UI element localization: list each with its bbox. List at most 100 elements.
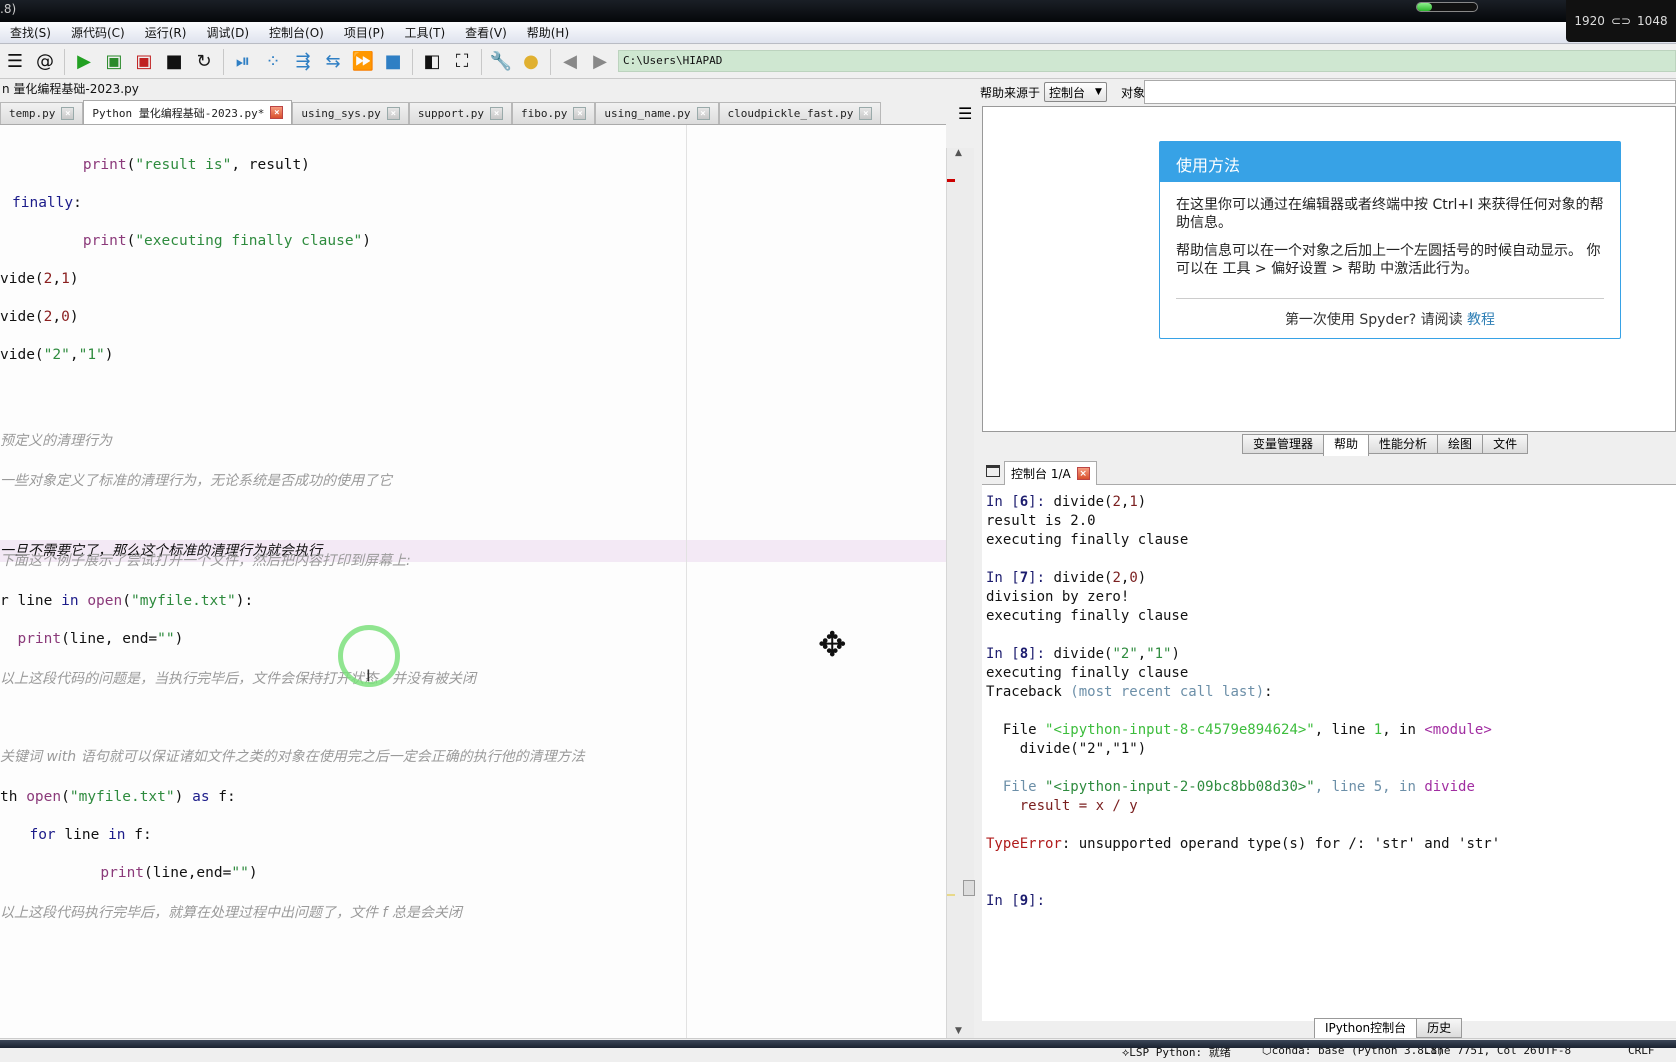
console-line: executing finally clause [986, 607, 1188, 626]
close-icon[interactable]: × [859, 107, 873, 120]
help-source-bar: 帮助来源于 控制台 ▼ 对象 [980, 80, 1145, 104]
menu-item[interactable]: 调试(D) [196, 24, 259, 41]
editor-tab[interactable]: using_sys.py × [292, 102, 409, 124]
editor-tab[interactable]: temp.py × [0, 102, 84, 124]
code-line: 预定义的清理行为 [0, 431, 112, 451]
code-token: 关键词 with 语句就可以保证诸如文件之类的对象在使用完之后一定会正确的执行他… [0, 749, 585, 765]
run-cell-button[interactable]: ▣ [99, 47, 129, 77]
menu-item[interactable]: 查找(S) [0, 24, 61, 41]
run-cell-advance-icon: ▣ [135, 50, 153, 72]
help-source-select[interactable]: 控制台 ▼ [1044, 82, 1107, 102]
continue-button[interactable]: ⏩ [348, 47, 378, 77]
run-icon: ▶ [77, 50, 91, 72]
editor-tab[interactable]: fibo.py × [512, 102, 596, 124]
code-token: ) [248, 865, 258, 881]
forward-button[interactable]: ▶ [585, 47, 615, 77]
menu-item[interactable]: 查看(V) [455, 24, 517, 41]
code-token: ( [126, 233, 136, 249]
close-icon[interactable]: × [696, 107, 710, 120]
toolbar-separator [481, 48, 482, 75]
console-token: executing finally clause [986, 532, 1189, 548]
code-line: vide("2","1") [0, 345, 114, 365]
console-token: (most recent call last) [1070, 684, 1265, 700]
working-directory-path[interactable]: C:\Users\HIAPAD [618, 50, 1676, 72]
run-button[interactable]: ▶ [69, 47, 99, 77]
outline-button[interactable]: ☰ [0, 47, 30, 77]
console-line: division by zero! [986, 588, 1129, 607]
menu-item[interactable]: 控制台(O) [259, 24, 334, 41]
code-token: print [17, 631, 62, 647]
panel-tab[interactable]: 绘图 [1437, 434, 1484, 454]
debug-button[interactable]: ⏯ [228, 47, 258, 77]
editor-tab-label: Python 量化编程基础-2023.py* [92, 106, 265, 120]
python-path-button[interactable]: ● [516, 47, 546, 77]
object-input[interactable] [1144, 80, 1676, 104]
console-token: <module> [1424, 722, 1492, 738]
run-cell-advance-button[interactable]: ▣ [129, 47, 159, 77]
editor-scrollbar[interactable]: ▲ ▼ [946, 148, 975, 1038]
code-editor[interactable]: 一旦不需要它了，那么这个标准的清理行为就会执行 print("result is… [0, 124, 946, 1038]
close-icon[interactable]: × [490, 107, 504, 120]
console-token: executing finally clause [986, 608, 1189, 624]
menu-item[interactable]: 工具(T) [394, 24, 455, 41]
rerun-button[interactable]: ↻ [189, 47, 219, 77]
console-bottom-tab[interactable]: IPython控制台 [1314, 1018, 1418, 1040]
toolbar-separator [64, 48, 65, 75]
recording-progress-fill [1417, 3, 1432, 11]
current-file-title: n 量化编程基础-2023.py [2, 82, 139, 96]
panel-tab[interactable]: 变量管理器 [1242, 434, 1325, 454]
code-token: open [26, 789, 62, 805]
console-tab[interactable]: 控制台 1/A × [1004, 461, 1097, 485]
menu-item[interactable]: 帮助(H) [517, 24, 579, 41]
close-icon[interactable]: × [270, 106, 284, 119]
close-icon[interactable]: × [61, 107, 75, 120]
tab-menu-icon[interactable]: ☰ [958, 104, 972, 123]
editor-tab[interactable]: using_name.py × [595, 102, 719, 124]
console-token: 8 [1019, 646, 1029, 662]
fullscreen-button[interactable]: ⛶ [447, 47, 477, 77]
editor-tab[interactable]: Python 量化编程基础-2023.py* × [83, 100, 293, 124]
stop-debug-button[interactable]: ■ [378, 47, 408, 77]
close-icon[interactable]: × [573, 107, 587, 120]
close-icon[interactable]: × [1076, 467, 1090, 480]
console-token: ) [1137, 570, 1147, 586]
run-selection-button[interactable]: ■ [159, 47, 189, 77]
code-token: ) [174, 789, 193, 805]
chevron-down-icon: ▼ [1095, 87, 1102, 97]
menu-bar: 查找(S) 源代码(C) 运行(R) 调试(D) 控制台(O) 项目(P) 工具(T) 查看(… [0, 22, 1676, 44]
tutorial-link[interactable]: 教程 [1467, 312, 1495, 328]
console-token: ) [1171, 646, 1180, 662]
console-token: divide( [1053, 646, 1113, 662]
close-icon[interactable]: × [386, 107, 400, 120]
scrollbar-thumb[interactable] [963, 880, 975, 896]
console-bottom-tab[interactable]: 历史 [1416, 1018, 1463, 1038]
console-token: ]: [1028, 570, 1054, 586]
preferences-button[interactable]: 🔧 [486, 47, 516, 77]
panel-tab[interactable]: 帮助 [1323, 434, 1370, 456]
toolbar-separator [550, 48, 551, 75]
editor-tab[interactable]: cloudpickle_fast.py × [718, 102, 882, 124]
ipython-console[interactable]: In [6]: divide(2,1) result is 2.0 executin… [982, 485, 1676, 1021]
maximize-pane-button[interactable]: ◧ [417, 47, 447, 77]
scroll-up-icon[interactable]: ▲ [955, 148, 962, 158]
back-button[interactable]: ◀ [555, 47, 585, 77]
menu-item[interactable]: 运行(R) [135, 24, 197, 41]
step-button[interactable]: ⁘ [258, 47, 288, 77]
menu-item[interactable]: 项目(P) [334, 24, 395, 41]
link-icon: ⊂⊃ [1610, 14, 1632, 28]
scroll-down-icon[interactable]: ▼ [955, 1026, 962, 1036]
step-into-button[interactable]: ⇶ [288, 47, 318, 77]
panel-tab[interactable]: 文件 [1482, 434, 1529, 454]
code-token: "result is" [135, 157, 232, 173]
at-sign-button[interactable]: @ [30, 47, 60, 77]
editor-tab[interactable]: support.py × [408, 102, 513, 124]
usage-card-title: 使用方法 [1160, 142, 1620, 182]
menu-item[interactable]: 源代码(C) [61, 24, 135, 41]
console-options-icon[interactable] [986, 465, 1000, 477]
editor-tab-label: using_sys.py [301, 107, 381, 120]
console-token: In [ [986, 646, 1020, 662]
step-return-button[interactable]: ⇆ [318, 47, 348, 77]
panel-tab[interactable]: 性能分析 [1368, 434, 1439, 454]
